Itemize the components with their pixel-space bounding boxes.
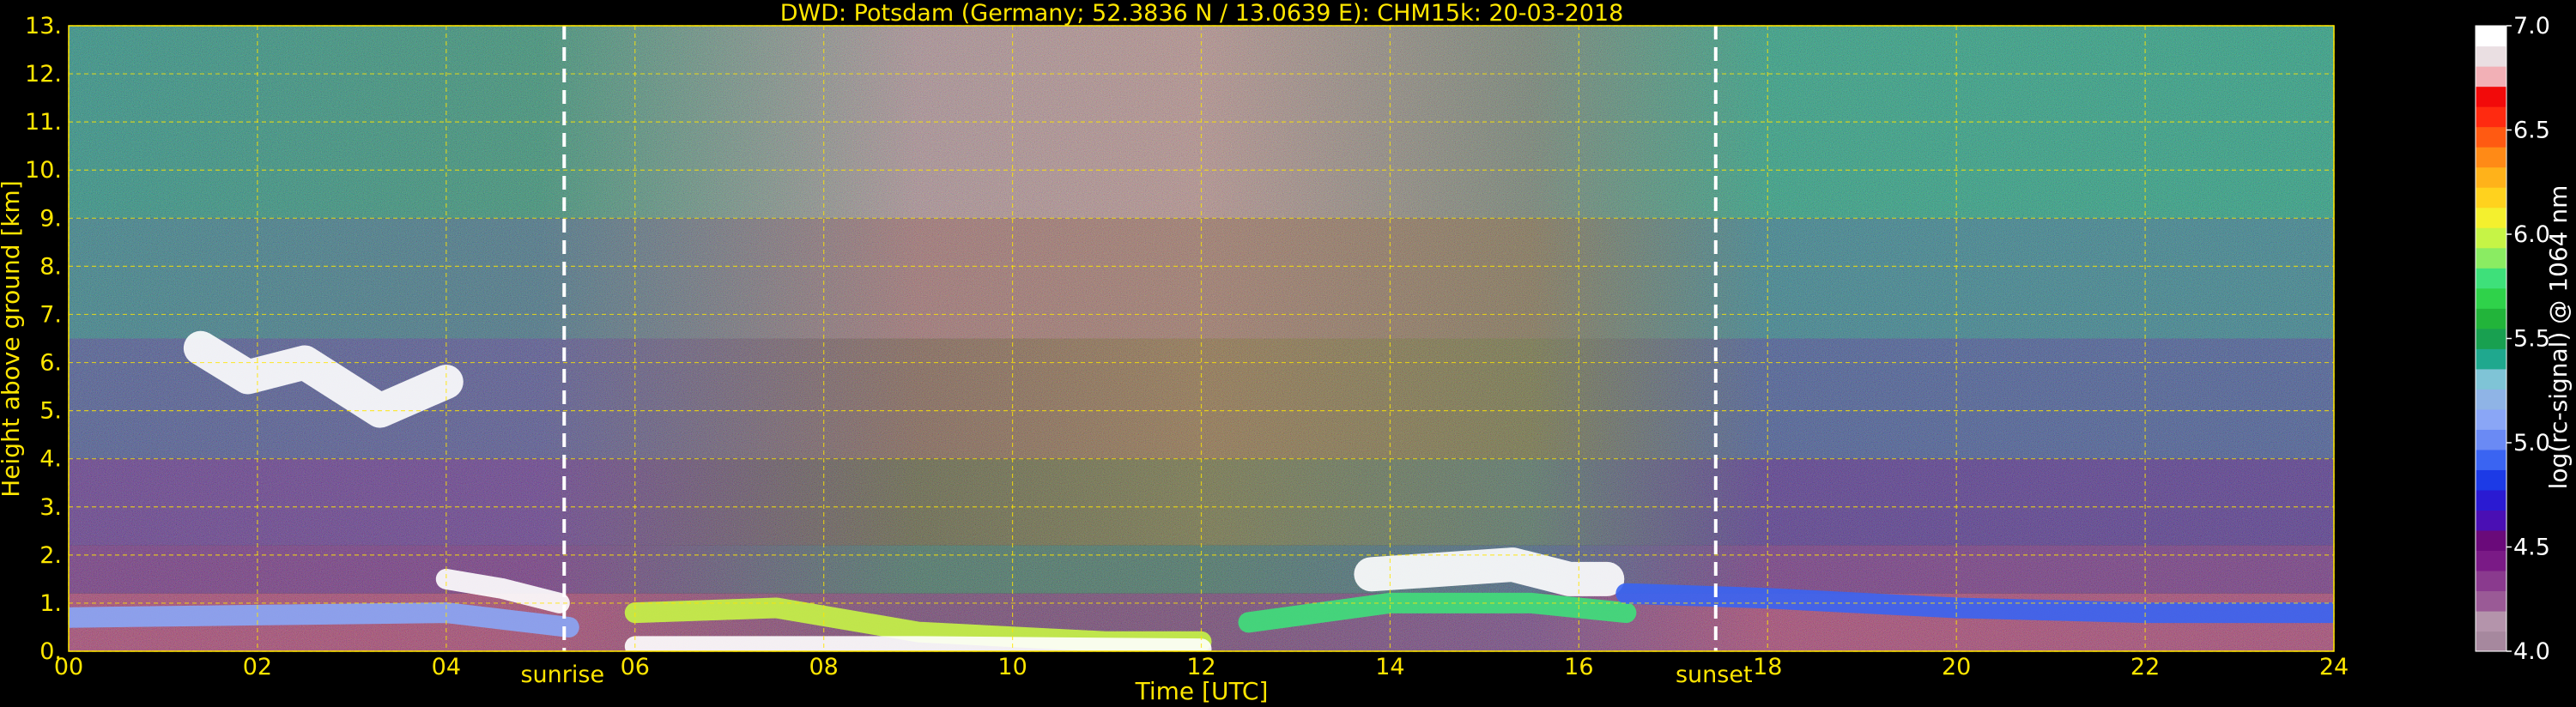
colorbar-segment <box>2476 147 2506 168</box>
colorbar-tick-label: 6.5 <box>2513 118 2550 144</box>
y-tick-label: 7. <box>39 301 62 328</box>
colorbar-segment <box>2476 510 2506 531</box>
colorbar-segment <box>2476 308 2506 329</box>
y-tick-label: 4. <box>39 446 62 473</box>
colorbar-segment <box>2476 126 2506 148</box>
chart-title: DWD: Potsdam (Germany; 52.3836 N / 13.06… <box>780 0 1624 27</box>
colorbar-segment <box>2476 348 2506 370</box>
x-tick-label: 04 <box>432 654 461 680</box>
y-tick-label: 10. <box>25 157 62 184</box>
colorbar-segment <box>2476 631 2506 652</box>
x-tick-label: 20 <box>1942 654 1971 680</box>
y-tick-label: 12. <box>25 61 62 88</box>
colorbar-segment <box>2476 207 2506 228</box>
colorbar-segment <box>2476 529 2506 552</box>
colorbar-segment <box>2476 106 2506 128</box>
colorbar-segment <box>2476 469 2506 491</box>
y-tick-label: 11. <box>25 109 62 136</box>
colorbar-segment <box>2476 247 2506 269</box>
y-tick-label: 13. <box>25 13 62 39</box>
x-tick-label: 02 <box>243 654 272 680</box>
colorbar-segment <box>2476 187 2506 208</box>
x-tick-label: 08 <box>809 654 838 680</box>
colorbar-segment <box>2476 449 2506 470</box>
colorbar-segment <box>2476 368 2506 390</box>
colorbar: 4.04.55.05.56.06.57.0 <box>2475 13 2550 665</box>
colorbar-segment <box>2476 610 2506 632</box>
x-tick-label: 24 <box>2319 654 2349 680</box>
x-tick-label: 00 <box>54 654 83 680</box>
colorbar-tick-label: 7.0 <box>2513 13 2550 39</box>
x-tick-label: 14 <box>1375 654 1404 680</box>
x-tick-label: 10 <box>997 654 1027 680</box>
colorbar-segment <box>2476 45 2506 67</box>
y-tick-label: 3. <box>39 494 62 521</box>
colorbar-segment <box>2476 408 2506 430</box>
colorbar-tick-label: 4.5 <box>2513 535 2550 561</box>
colorbar-segment <box>2476 166 2506 188</box>
colorbar-segment <box>2476 26 2506 47</box>
colorbar-segment <box>2476 570 2506 592</box>
y-axis-label: Height above ground [km] <box>0 180 25 498</box>
x-tick-label: 16 <box>1564 654 1593 680</box>
colorbar-tick-label: 4.0 <box>2513 638 2550 665</box>
colorbar-label: log(rc-signal) @ 1064 nm <box>2544 185 2573 490</box>
y-axis: 0.1.2.3.4.5.6.7.8.9.10.11.12.13. <box>25 13 62 665</box>
colorbar-segment <box>2476 489 2506 511</box>
x-tick-label: 06 <box>621 654 650 680</box>
y-tick-label: 8. <box>39 253 62 280</box>
colorbar-segment <box>2476 550 2506 571</box>
colorbar-segment <box>2476 287 2506 309</box>
y-tick-label: 6. <box>39 350 62 377</box>
x-tick-label: 18 <box>1753 654 1782 680</box>
colorbar-segment <box>2476 227 2506 249</box>
y-tick-label: 5. <box>39 398 62 425</box>
y-tick-label: 9. <box>39 205 62 232</box>
ceilometer-chart: DWD: Potsdam (Germany; 52.3836 N / 13.06… <box>0 0 2573 705</box>
feature-layer <box>1354 547 1625 596</box>
colorbar-segment <box>2476 328 2506 349</box>
colorbar-segment <box>2476 86 2506 107</box>
x-axis-label: Time [UTC] <box>1135 677 1269 705</box>
colorbar-segment <box>2476 268 2506 289</box>
y-tick-label: 2. <box>39 542 62 569</box>
sun-marker-label: sunrise <box>520 662 604 688</box>
colorbar-segment <box>2476 429 2506 450</box>
colorbar-segment <box>2476 590 2506 612</box>
colorbar-segment <box>2476 66 2506 88</box>
sun-marker-label: sunset <box>1676 662 1753 688</box>
x-tick-label: 22 <box>2131 654 2160 680</box>
feature-layer <box>624 636 1212 651</box>
y-tick-label: 1. <box>39 590 62 617</box>
colorbar-segment <box>2476 389 2506 410</box>
